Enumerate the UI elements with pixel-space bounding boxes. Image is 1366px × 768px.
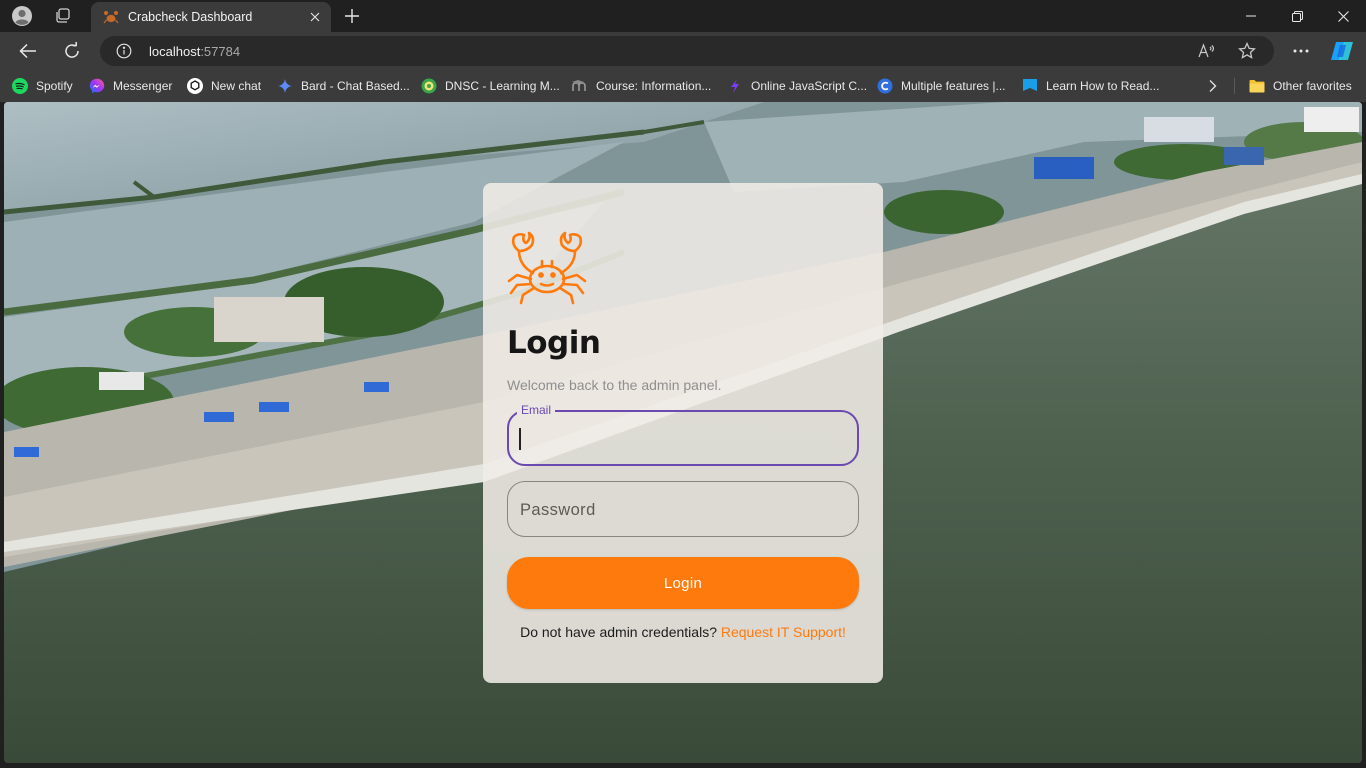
login-subtitle: Welcome back to the admin panel. — [507, 377, 722, 393]
url-text: localhost:57784 — [149, 44, 240, 59]
close-tab-icon[interactable] — [307, 9, 323, 25]
more-options-icon[interactable] — [1289, 39, 1313, 63]
help-text: Do not have admin credentials? — [520, 624, 721, 640]
restore-window-icon[interactable] — [1274, 0, 1320, 32]
url-host: localhost — [149, 44, 201, 59]
bookmark-label: Spotify — [36, 79, 73, 93]
bookmark-online-javascript[interactable]: Online JavaScript C... — [727, 77, 867, 95]
read-aloud-icon[interactable] — [1198, 42, 1216, 60]
spotify-icon — [12, 78, 28, 94]
site-info-icon[interactable] — [116, 43, 132, 59]
bookmark-course-information[interactable]: Course: Information... — [572, 77, 711, 95]
bookmark-label: Online JavaScript C... — [751, 79, 868, 93]
workspaces-icon[interactable] — [52, 5, 74, 27]
chevron-right-icon[interactable] — [1204, 78, 1220, 94]
credentials-help-text: Do not have admin credentials? Request I… — [483, 624, 883, 640]
bookmark-label: Messenger — [113, 79, 173, 93]
messenger-icon — [89, 78, 105, 94]
close-window-icon[interactable] — [1320, 0, 1366, 32]
request-it-support-link[interactable]: Request IT Support! — [721, 624, 846, 640]
bookmark-spotify[interactable]: Spotify — [12, 77, 73, 95]
other-favorites-label: Other favorites — [1273, 79, 1352, 93]
bookmark-label: Course: Information... — [596, 79, 712, 93]
folder-icon — [1249, 78, 1265, 94]
refresh-icon[interactable] — [60, 39, 84, 63]
login-title: Login — [507, 325, 601, 361]
back-arrow-icon[interactable] — [16, 39, 40, 63]
c-icon — [877, 78, 893, 94]
window-bottom-edge — [0, 763, 1366, 768]
dnsc-icon — [421, 78, 437, 94]
bookmark-label: DNSC - Learning M... — [445, 79, 560, 93]
moodle-icon — [572, 78, 588, 94]
bookmark-new-chat[interactable]: New chat — [187, 77, 261, 95]
tab-crabcheck-dashboard[interactable]: Crabcheck Dashboard — [91, 2, 331, 32]
password-field[interactable]: Password — [507, 481, 859, 537]
flag-icon — [1022, 78, 1038, 94]
browser-window: Crabcheck Dashboard localhost:57784 Spot… — [0, 0, 1366, 768]
tab-title: Crabcheck Dashboard — [128, 10, 253, 24]
new-tab-plus-icon[interactable] — [341, 5, 363, 27]
bookmarks-bar: Spotify Messenger New chat Bard - Chat B… — [0, 70, 1366, 102]
bookmark-messenger[interactable]: Messenger — [89, 77, 172, 95]
text-caret — [519, 428, 521, 450]
login-button[interactable]: Login — [507, 557, 859, 609]
bookmark-multiple-features[interactable]: Multiple features |... — [877, 77, 1006, 95]
tab-bar: Crabcheck Dashboard — [0, 0, 1366, 32]
bookmark-label: New chat — [211, 79, 262, 93]
bookmark-label: Multiple features |... — [901, 79, 1006, 93]
bookmarks-divider — [1234, 78, 1235, 94]
add-favorite-star-icon[interactable] — [1238, 41, 1256, 60]
profile-avatar-icon[interactable] — [11, 5, 33, 27]
crab-favicon-icon — [103, 9, 119, 25]
minimize-window-icon[interactable] — [1228, 0, 1274, 32]
other-favorites-folder[interactable]: Other favorites — [1249, 77, 1352, 95]
bookmark-learn-how-to-read[interactable]: Learn How to Read... — [1022, 77, 1159, 95]
email-label: Email — [517, 403, 556, 417]
bard-icon — [277, 78, 293, 94]
url-port: :57784 — [200, 44, 241, 59]
login-card: Login Welcome back to the admin panel. E… — [483, 183, 883, 683]
bookmark-label: Learn How to Read... — [1046, 79, 1160, 93]
js-compiler-icon — [727, 78, 743, 94]
password-placeholder: Password — [520, 501, 596, 519]
bookmark-dnsc[interactable]: DNSC - Learning M... — [421, 77, 560, 95]
copilot-icon[interactable] — [1330, 39, 1354, 63]
bookmark-label: Bard - Chat Based... — [301, 79, 410, 93]
navigation-bar: localhost:57784 — [0, 32, 1366, 70]
address-bar[interactable]: localhost:57784 — [100, 36, 1274, 66]
chatgpt-icon — [187, 78, 203, 94]
crab-logo-icon — [507, 231, 587, 305]
bookmark-bard[interactable]: Bard - Chat Based... — [277, 77, 410, 95]
email-field[interactable]: Email — [507, 403, 859, 466]
page-content: Login Welcome back to the admin panel. E… — [4, 102, 1362, 763]
